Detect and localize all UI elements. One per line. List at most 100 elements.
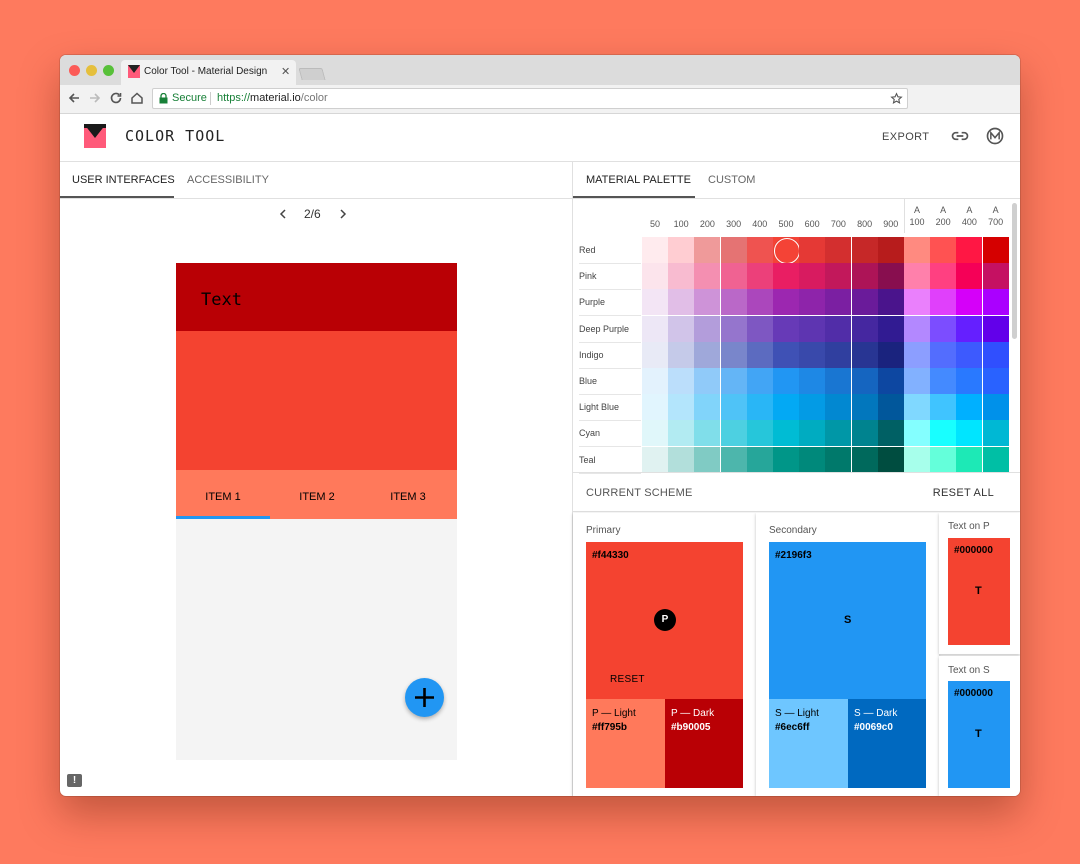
palette-swatch[interactable] xyxy=(668,315,695,342)
palette-swatch[interactable] xyxy=(956,446,983,473)
tab-accessibility[interactable]: ACCESSIBILITY xyxy=(187,174,269,186)
palette-swatch[interactable] xyxy=(720,446,747,473)
primary-dark-swatch[interactable]: P — Dark #b90005 xyxy=(665,699,743,788)
palette-swatch[interactable] xyxy=(825,237,852,263)
palette-swatch[interactable] xyxy=(851,263,878,290)
palette-swatch[interactable] xyxy=(694,368,721,394)
palette-swatch[interactable] xyxy=(982,315,1009,342)
palette-swatch[interactable] xyxy=(720,263,747,290)
palette-swatch[interactable] xyxy=(851,420,878,447)
palette-swatch[interactable] xyxy=(982,263,1009,290)
browser-tab-active[interactable]: Color Tool - Material Design ✕ xyxy=(121,60,296,85)
palette-swatch[interactable] xyxy=(746,263,773,290)
palette-swatch[interactable] xyxy=(825,341,852,368)
palette-swatch[interactable] xyxy=(746,420,773,447)
palette-swatch[interactable] xyxy=(825,446,852,473)
palette-swatch[interactable] xyxy=(694,263,721,290)
palette-swatch[interactable] xyxy=(904,341,930,368)
palette-swatch[interactable] xyxy=(720,289,747,316)
palette-swatch[interactable] xyxy=(825,289,852,316)
palette-swatch[interactable] xyxy=(930,341,957,368)
palette-swatch[interactable] xyxy=(982,394,1009,421)
reload-icon[interactable] xyxy=(107,89,125,107)
palette-swatch[interactable] xyxy=(799,315,826,342)
palette-swatch[interactable] xyxy=(982,368,1009,394)
palette-swatch[interactable] xyxy=(825,394,852,421)
tab-close-icon[interactable]: ✕ xyxy=(281,65,290,78)
palette-swatch[interactable] xyxy=(877,420,904,447)
palette-swatch[interactable] xyxy=(642,368,668,394)
palette-swatch[interactable] xyxy=(825,263,852,290)
palette-swatch[interactable] xyxy=(930,368,957,394)
palette-swatch[interactable] xyxy=(904,315,930,342)
palette-swatch[interactable] xyxy=(642,289,668,316)
palette-swatch[interactable] xyxy=(746,237,773,263)
forward-icon[interactable] xyxy=(86,89,104,107)
palette-swatch[interactable] xyxy=(668,263,695,290)
palette-swatch[interactable] xyxy=(930,394,957,421)
palette-swatch[interactable] xyxy=(773,341,799,368)
palette-swatch[interactable] xyxy=(668,446,695,473)
palette-swatch[interactable] xyxy=(773,263,799,290)
palette-swatch[interactable] xyxy=(799,341,826,368)
palette-swatch[interactable] xyxy=(668,394,695,421)
palette-swatch[interactable] xyxy=(720,420,747,447)
palette-swatch[interactable] xyxy=(799,237,826,263)
palette-swatch[interactable] xyxy=(930,446,957,473)
palette-swatch[interactable] xyxy=(773,289,799,316)
tab-user-interfaces[interactable]: USER INTERFACES xyxy=(72,174,175,186)
palette-swatch[interactable] xyxy=(851,446,878,473)
palette-swatch[interactable] xyxy=(956,289,983,316)
palette-swatch[interactable] xyxy=(904,420,930,447)
preview-fab-button[interactable] xyxy=(405,678,444,717)
palette-swatch[interactable] xyxy=(851,237,878,263)
palette-swatch[interactable] xyxy=(642,341,668,368)
palette-swatch[interactable] xyxy=(799,394,826,421)
palette-swatch[interactable] xyxy=(904,368,930,394)
text-on-secondary-swatch[interactable]: #000000 T xyxy=(948,681,1010,788)
new-tab-button[interactable] xyxy=(298,68,326,80)
primary-light-swatch[interactable]: P — Light #ff795b xyxy=(586,699,665,788)
palette-swatch[interactable] xyxy=(851,368,878,394)
palette-swatch[interactable] xyxy=(851,315,878,342)
palette-swatch[interactable] xyxy=(694,446,721,473)
palette-swatch[interactable] xyxy=(956,237,983,263)
palette-swatch[interactable] xyxy=(694,420,721,447)
palette-swatch[interactable] xyxy=(851,289,878,316)
preview-tab-item-3[interactable]: ITEM 3 xyxy=(361,491,455,503)
minimize-window-button[interactable] xyxy=(86,65,97,76)
palette-swatch[interactable] xyxy=(746,289,773,316)
palette-swatch[interactable] xyxy=(799,263,826,290)
palette-swatch[interactable] xyxy=(877,446,904,473)
palette-swatch[interactable] xyxy=(877,341,904,368)
export-button[interactable]: EXPORT xyxy=(882,131,929,143)
palette-swatch[interactable] xyxy=(799,368,826,394)
palette-swatch[interactable] xyxy=(851,341,878,368)
palette-swatch[interactable] xyxy=(642,394,668,421)
palette-swatch[interactable] xyxy=(956,394,983,421)
palette-swatch[interactable] xyxy=(877,237,904,263)
palette-swatch[interactable] xyxy=(720,394,747,421)
palette-swatch[interactable] xyxy=(956,315,983,342)
palette-swatch[interactable] xyxy=(746,315,773,342)
palette-swatch[interactable] xyxy=(930,420,957,447)
palette-swatch[interactable] xyxy=(904,394,930,421)
palette-swatch[interactable] xyxy=(877,263,904,290)
palette-swatch[interactable] xyxy=(982,237,1009,263)
palette-swatch[interactable] xyxy=(930,237,957,263)
palette-swatch[interactable] xyxy=(799,446,826,473)
palette-swatch[interactable] xyxy=(930,315,957,342)
palette-swatch[interactable] xyxy=(668,237,695,263)
palette-swatch[interactable] xyxy=(746,368,773,394)
palette-swatch[interactable] xyxy=(773,446,799,473)
palette-swatch[interactable] xyxy=(642,315,668,342)
palette-swatch[interactable] xyxy=(746,394,773,421)
link-icon[interactable] xyxy=(950,126,970,146)
palette-swatch[interactable] xyxy=(773,420,799,447)
palette-swatch[interactable] xyxy=(851,394,878,421)
palette-swatch[interactable] xyxy=(773,368,799,394)
back-icon[interactable] xyxy=(65,89,83,107)
palette-swatch[interactable] xyxy=(956,368,983,394)
palette-swatch[interactable] xyxy=(642,237,668,263)
palette-swatch[interactable] xyxy=(720,315,747,342)
